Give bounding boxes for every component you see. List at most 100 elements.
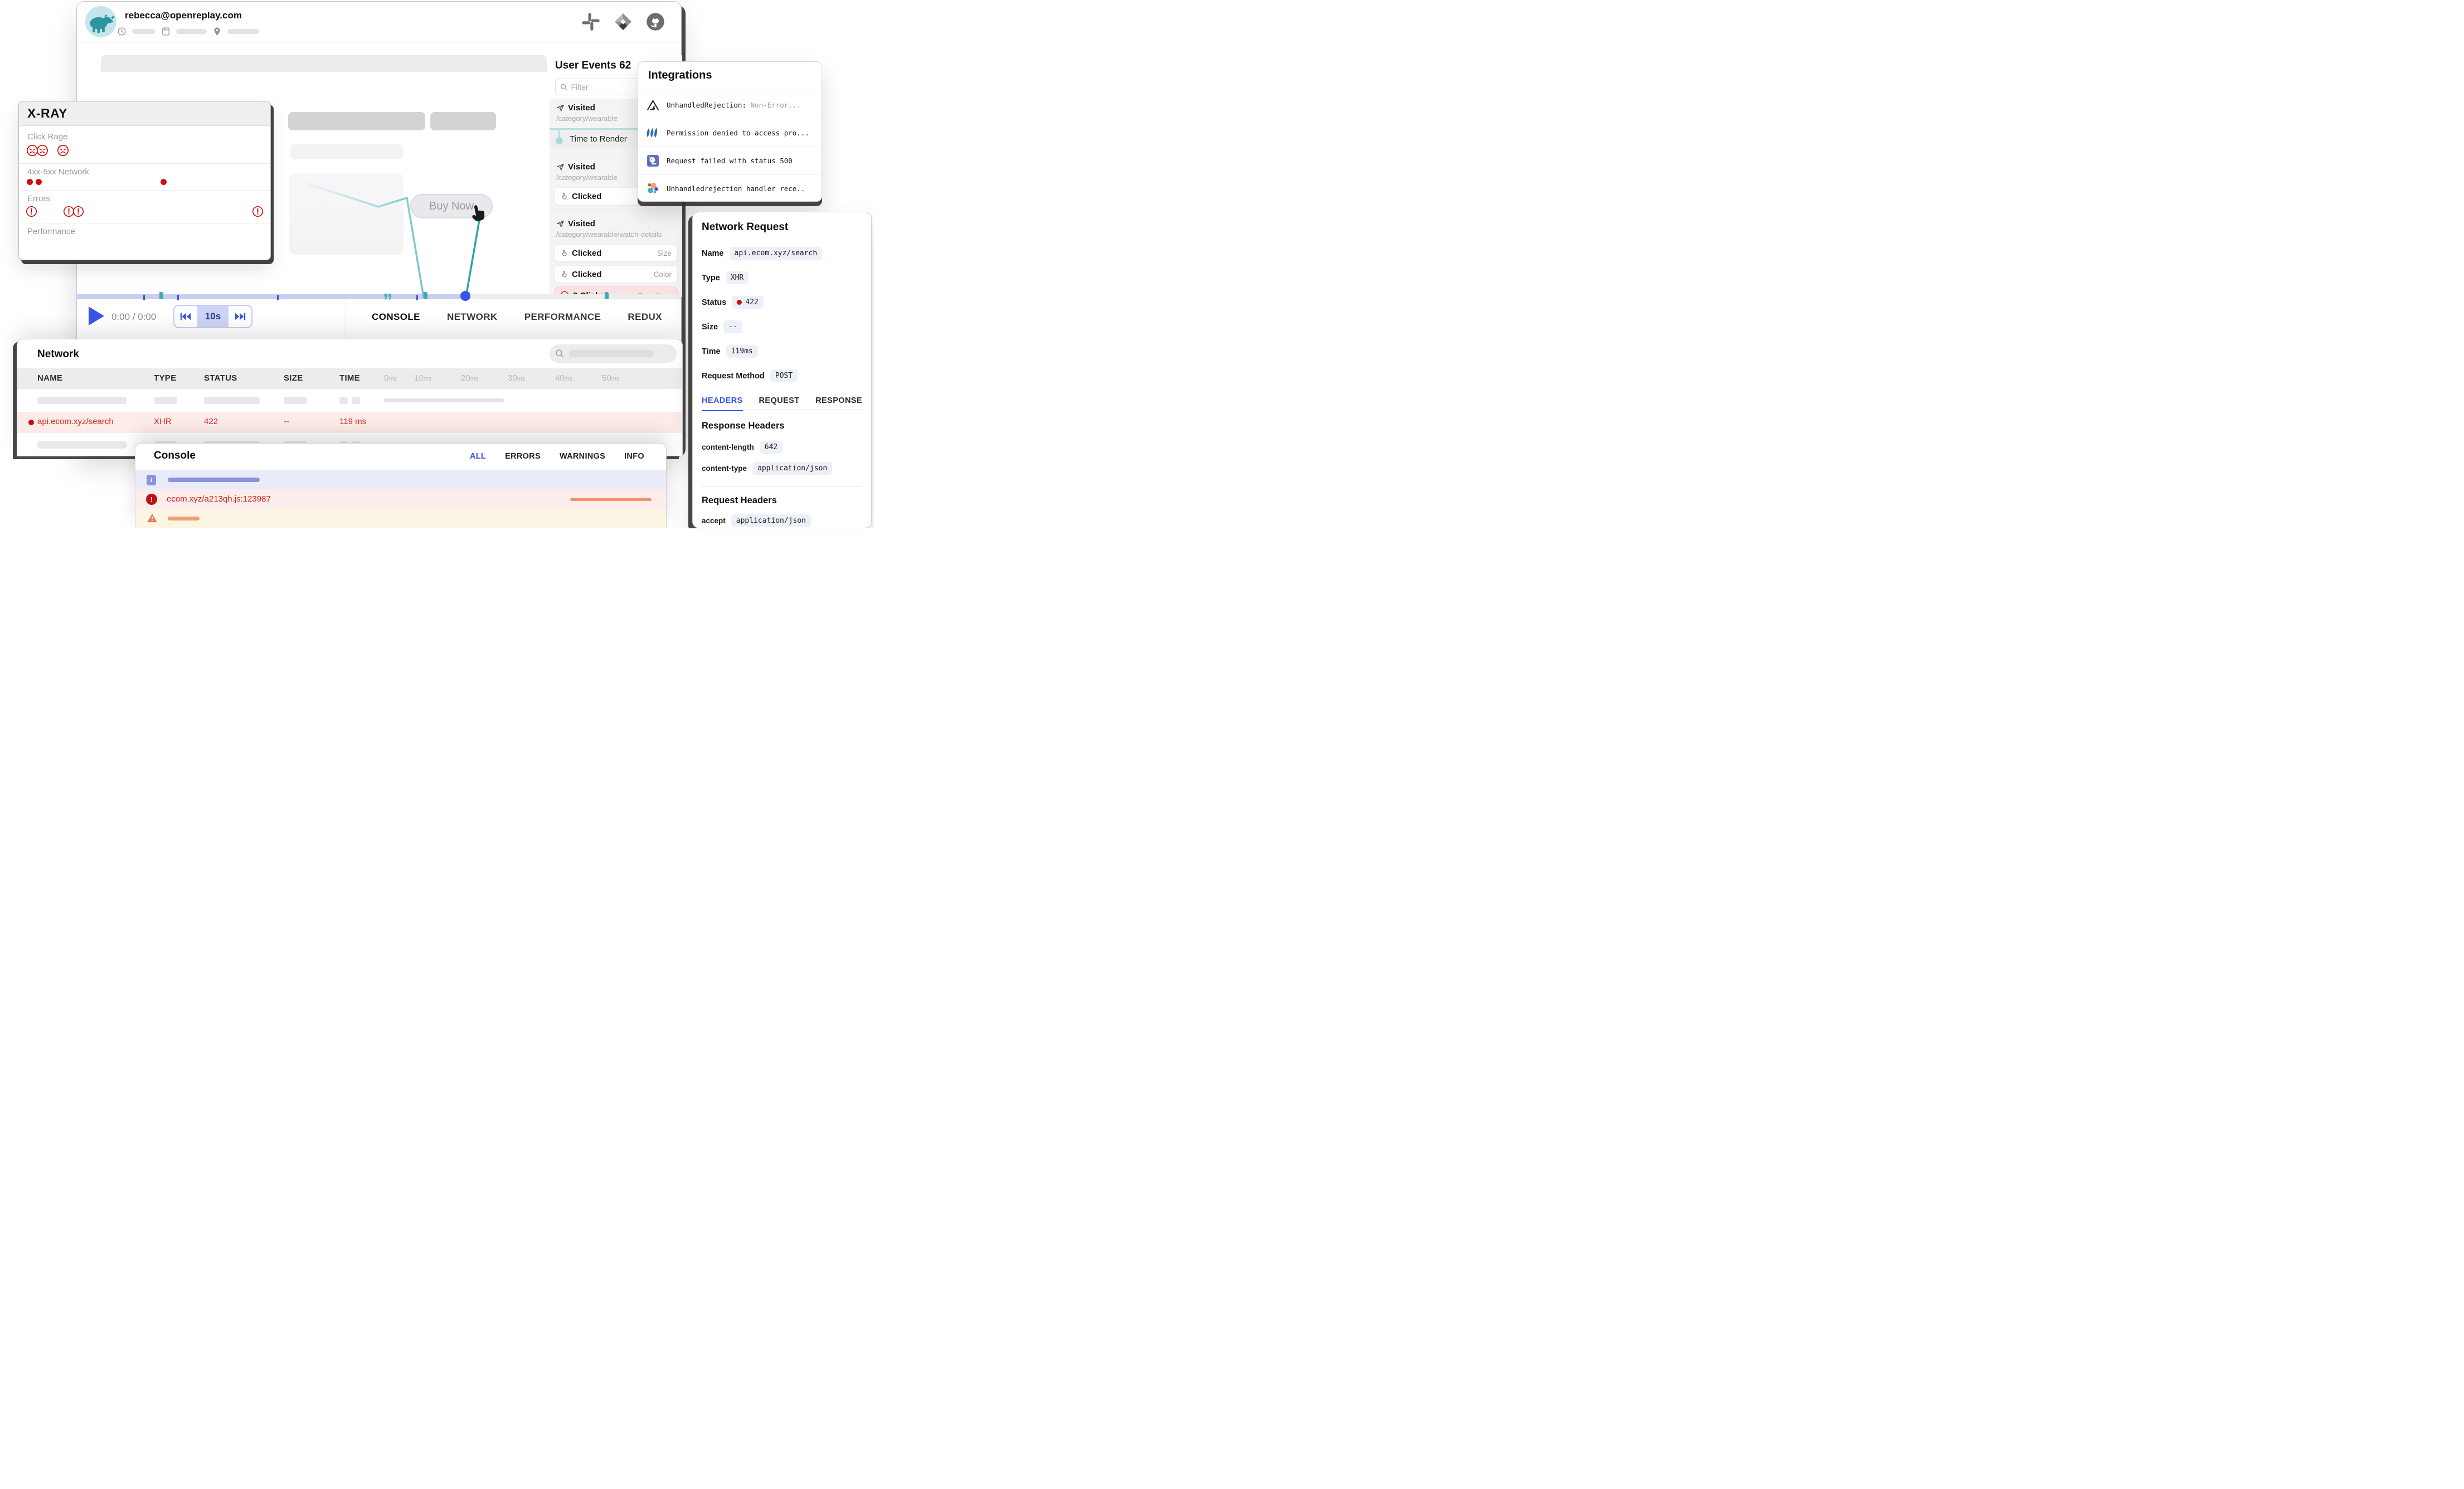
meta-skeleton xyxy=(132,29,155,34)
integration-message: UnhandledRejection: Non-Error... xyxy=(667,101,801,109)
xray-errors-label: Errors xyxy=(27,194,50,203)
user-events-title: User Events 62 xyxy=(555,60,631,72)
event-target: Color xyxy=(654,270,672,279)
error-status-dot xyxy=(28,420,34,425)
network-panel: Network NAME TYPE STATUS SIZE TIME 0ms 1… xyxy=(17,339,683,456)
divider xyxy=(702,486,862,487)
tab-performance[interactable]: PERFORMANCE xyxy=(524,312,601,323)
field-time-label: Time xyxy=(702,347,721,356)
divider xyxy=(19,190,270,191)
event-visited[interactable]: Visited /category/wearable/watch-details xyxy=(550,215,682,241)
github-icon[interactable] xyxy=(645,12,665,32)
integration-message: Request failed with status 500 xyxy=(667,157,793,165)
screenshot-canvas: rebecca@openreplay.com xyxy=(0,0,874,528)
request-name: api.ecom.xyz/search xyxy=(37,417,114,426)
rage-face-icon[interactable] xyxy=(57,144,69,159)
event-clicked[interactable]: Clicked Color xyxy=(554,265,678,283)
location-pin-icon xyxy=(212,27,222,36)
field-method-label: Request Method xyxy=(702,372,765,381)
pointer-cursor-icon xyxy=(468,202,489,223)
request-size: -- xyxy=(284,417,289,426)
network-error-dot[interactable] xyxy=(27,179,33,185)
tab-warnings[interactable]: WARNINGS xyxy=(560,452,605,461)
tab-network[interactable]: NETWORK xyxy=(447,312,498,323)
rage-face-icon[interactable] xyxy=(36,144,48,159)
error-exclamation-icon[interactable] xyxy=(72,206,84,220)
tab-errors[interactable]: ERRORS xyxy=(505,452,541,461)
divider xyxy=(19,163,270,164)
console-tabs: ALL ERRORS WARNINGS INFO xyxy=(470,452,644,461)
table-row-skeleton[interactable] xyxy=(17,391,682,411)
col-type: TYPE xyxy=(154,373,176,383)
header-label: accept xyxy=(702,517,726,525)
field-method-value: POST xyxy=(770,369,798,382)
click-hand-icon xyxy=(560,270,568,278)
header-value: application/json xyxy=(731,514,811,527)
console-panel: Console ALL ERRORS WARNINGS INFO i ! eco… xyxy=(135,443,667,528)
request-type: XHR xyxy=(154,417,172,426)
timeline-track[interactable] xyxy=(77,294,681,299)
jira-icon[interactable] xyxy=(613,12,633,32)
col-size: SIZE xyxy=(284,373,303,383)
meta-skeleton xyxy=(176,29,207,34)
play-button[interactable] xyxy=(89,306,104,325)
tab-redux[interactable]: REDUX xyxy=(628,312,662,323)
request-headers-heading: Request Headers xyxy=(702,495,777,506)
field-size-value: -- xyxy=(723,320,742,333)
elastic-icon xyxy=(646,182,660,196)
event-clicked[interactable]: Clicked Size xyxy=(554,244,678,262)
network-search-box[interactable] xyxy=(550,344,677,363)
meta-skeleton xyxy=(227,29,259,34)
tab-response[interactable]: RESPONSE xyxy=(815,396,862,411)
integration-item-sentry[interactable]: UnhandledRejection: Non-Error... xyxy=(638,91,822,119)
user-email: rebecca@openreplay.com xyxy=(125,10,242,21)
header-value: 642 xyxy=(760,441,783,454)
tab-all[interactable]: ALL xyxy=(470,452,486,461)
col-name: NAME xyxy=(37,373,62,383)
field-type-label: Type xyxy=(702,274,720,283)
field-name-label: Name xyxy=(702,249,724,258)
slack-icon[interactable] xyxy=(581,12,601,32)
skip-back-button[interactable] xyxy=(174,306,197,327)
event-target: Size xyxy=(657,249,672,257)
request-detail-tabs: HEADERS REQUEST RESPONSE xyxy=(702,396,862,411)
console-warning-row[interactable] xyxy=(135,509,666,528)
network-error-dot[interactable] xyxy=(36,179,42,185)
tab-headers[interactable]: HEADERS xyxy=(702,396,743,411)
skip-forward-button[interactable] xyxy=(229,306,251,327)
error-exclamation-icon[interactable] xyxy=(26,206,37,220)
network-request-panel: Network Request Name api.ecom.xyz/search… xyxy=(692,212,872,528)
session-meta-row xyxy=(117,27,259,36)
header-value: application/json xyxy=(752,462,832,475)
tab-console[interactable]: CONSOLE xyxy=(372,312,420,323)
xray-network-label: 4xx-5xx Network xyxy=(27,167,89,177)
integrations-title: Integrations xyxy=(648,69,712,82)
field-time-value: 119ms xyxy=(726,345,758,358)
field-name-value: api.ecom.xyz/search xyxy=(730,247,823,260)
field-type-value: XHR xyxy=(726,271,749,284)
error-exclamation-icon[interactable] xyxy=(252,206,264,220)
tab-info[interactable]: INFO xyxy=(624,452,644,461)
xray-panel: X-RAY Click Rage 4xx-5xx Network Errors xyxy=(18,101,271,260)
time-display: 0:00 / 0:00 xyxy=(111,312,156,323)
integration-item-datadog[interactable]: Request failed with status 500 xyxy=(638,147,822,174)
skeleton-bar xyxy=(430,112,496,130)
console-error-row[interactable]: ! ecom.xyz/a213qh.js:123987 xyxy=(135,489,666,509)
product-image-placeholder xyxy=(289,173,404,255)
click-hand-icon xyxy=(560,192,568,200)
table-row-error-request[interactable]: api.ecom.xyz/search XHR 422 -- 119 ms xyxy=(17,412,682,433)
tab-request[interactable]: REQUEST xyxy=(759,396,800,411)
console-info-row[interactable]: i xyxy=(135,470,666,489)
integration-item-elastic[interactable]: Unhandledrejection handler rece.. xyxy=(638,174,822,202)
network-error-dot[interactable] xyxy=(161,179,167,185)
status-dot xyxy=(737,300,742,305)
timeline-dot xyxy=(556,137,563,144)
error-source: ecom.xyz/a213qh.js:123987 xyxy=(167,494,271,504)
skip-interval-label[interactable]: 10s xyxy=(197,306,229,327)
search-skeleton xyxy=(569,350,654,357)
user-events-count: 62 xyxy=(619,60,631,71)
integration-message: Unhandledrejection handler rece.. xyxy=(667,184,805,193)
navigate-icon xyxy=(556,220,565,228)
replayed-page-navbar xyxy=(101,55,547,72)
integration-item-sumologic[interactable]: Permission denied to access pro... xyxy=(638,119,822,147)
